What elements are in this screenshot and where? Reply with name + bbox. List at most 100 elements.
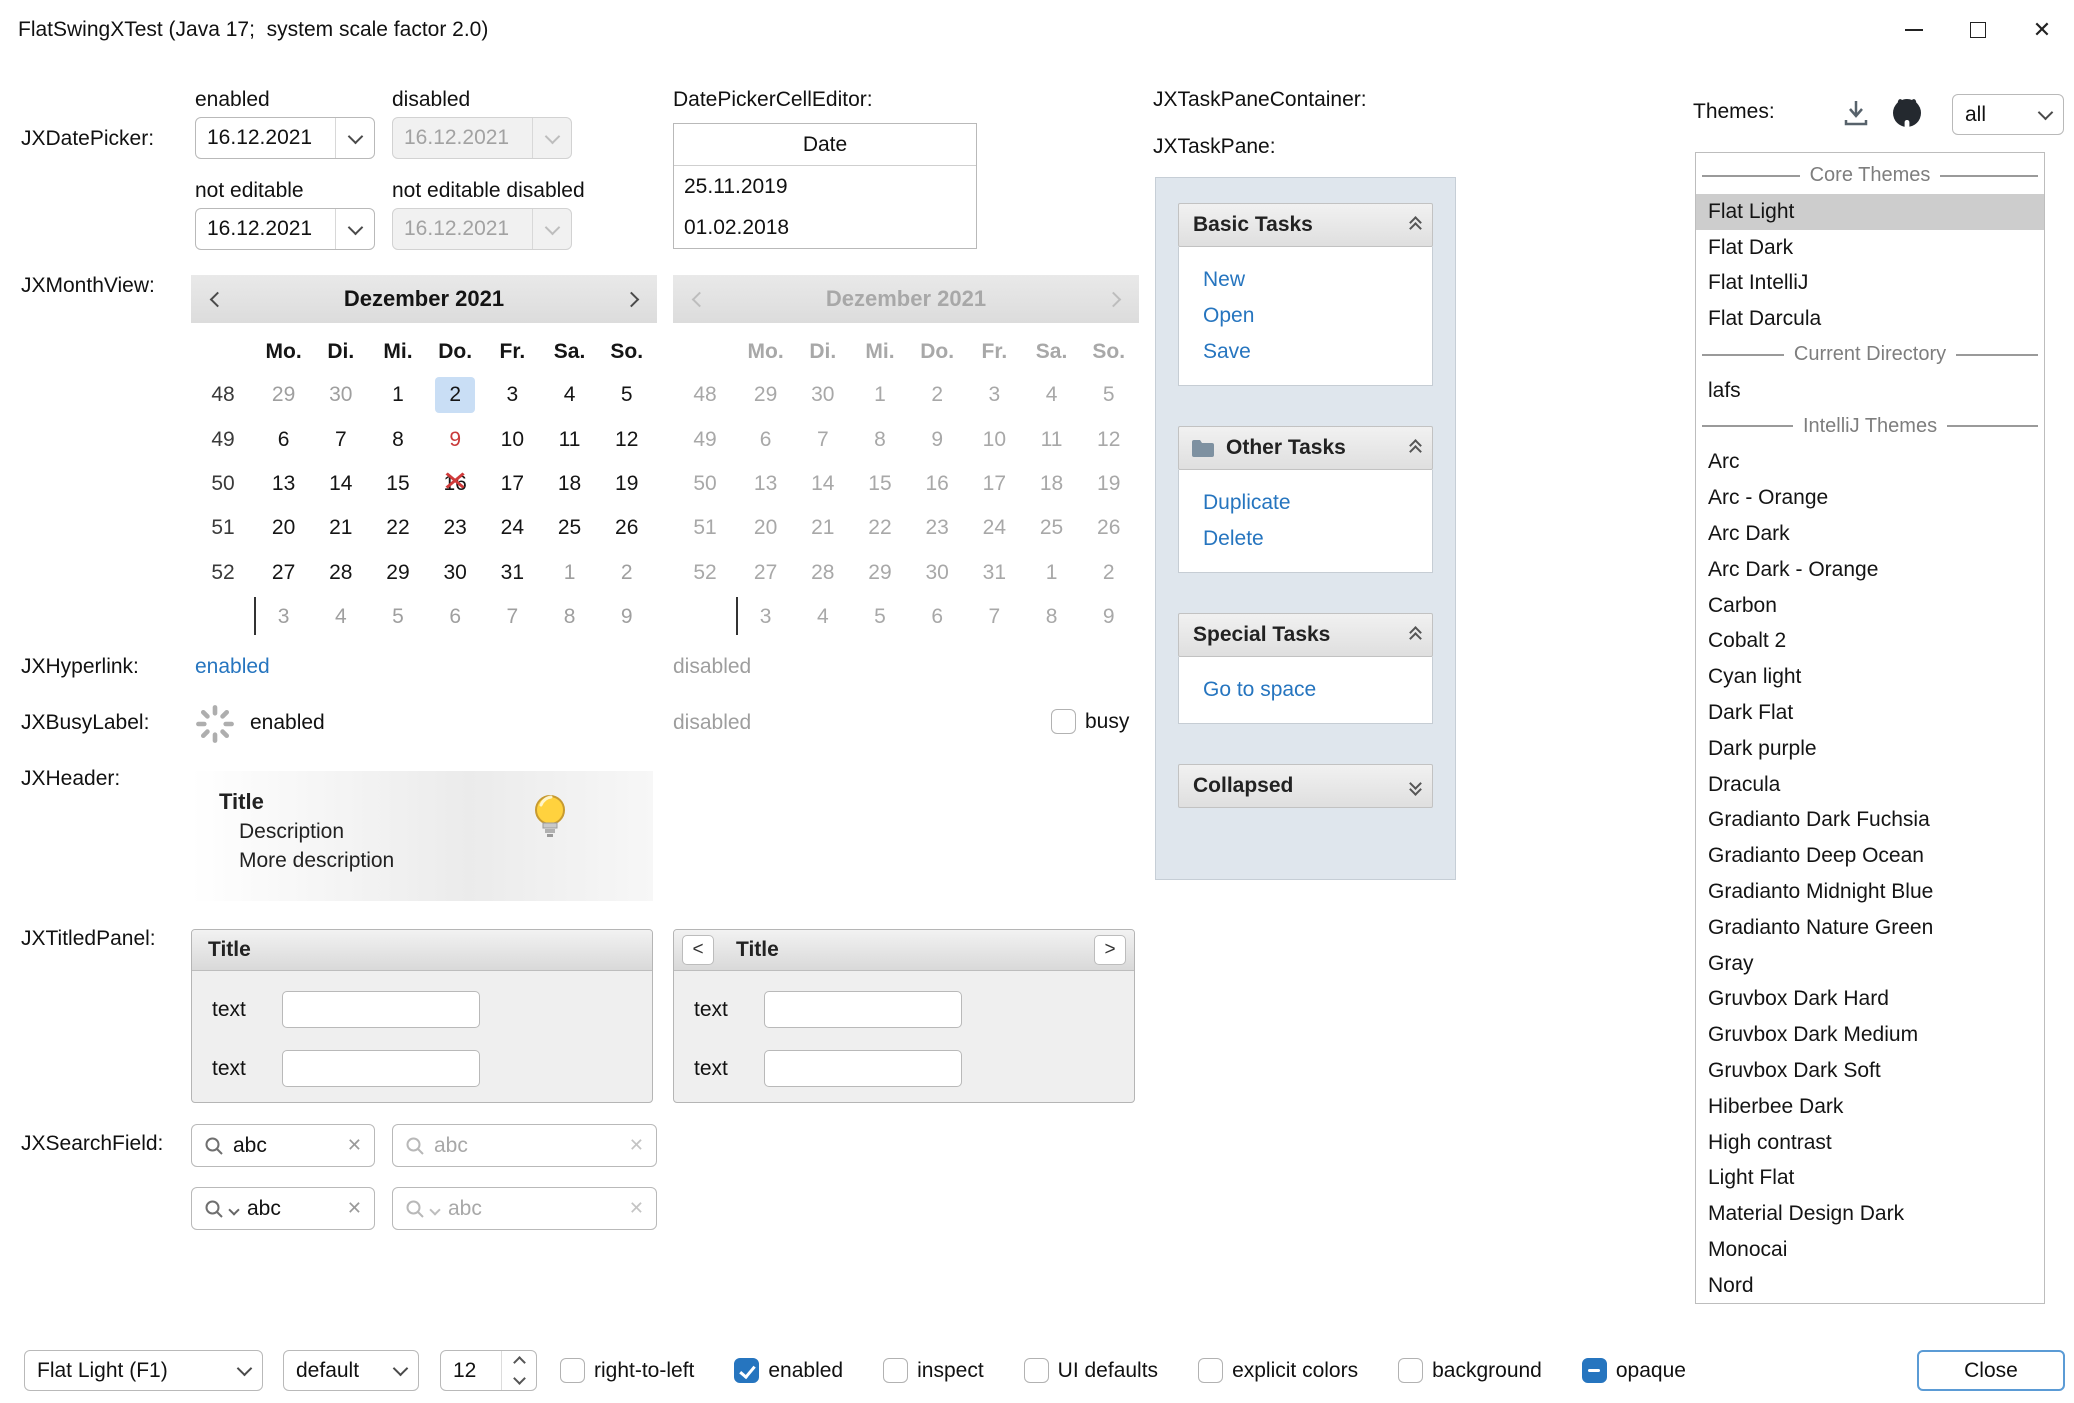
checkbox-box[interactable]: [560, 1358, 585, 1383]
theme-item[interactable]: Dark Flat: [1696, 695, 2044, 731]
day-cell[interactable]: 14: [312, 462, 369, 506]
theme-item[interactable]: Gradianto Nature Green: [1696, 910, 2044, 946]
day-cell[interactable]: 7: [312, 417, 369, 461]
theme-item[interactable]: Flat IntelliJ: [1696, 265, 2044, 301]
prev-month-button[interactable]: [191, 275, 243, 323]
day-cell[interactable]: 12: [598, 417, 655, 461]
checkbox-box[interactable]: [1398, 1358, 1423, 1383]
day-cell[interactable]: 19: [598, 462, 655, 506]
date-cell[interactable]: 25.11.2019: [674, 166, 976, 207]
next-month-button[interactable]: [605, 275, 657, 323]
theme-item[interactable]: Dracula: [1696, 767, 2044, 803]
theme-item[interactable]: lafs: [1696, 373, 2044, 409]
theme-item[interactable]: Light Flat: [1696, 1160, 2044, 1196]
taskpane-title[interactable]: Collapsed: [1178, 764, 1433, 808]
datepicker-dropdown-button[interactable]: [335, 118, 374, 158]
day-cell[interactable]: 30: [427, 551, 484, 595]
day-cell[interactable]: 27: [255, 551, 312, 595]
theme-item[interactable]: Gruvbox Dark Hard: [1696, 981, 2044, 1017]
day-cell[interactable]: 11: [541, 417, 598, 461]
search-field-3[interactable]: abc ✕: [191, 1187, 375, 1230]
day-cell[interactable]: 3: [484, 373, 541, 417]
day-cell[interactable]: 29: [369, 551, 426, 595]
day-cell[interactable]: 13: [255, 462, 312, 506]
day-cell[interactable]: 2: [598, 551, 655, 595]
day-cell[interactable]: 1: [541, 551, 598, 595]
theme-item[interactable]: Arc - Orange: [1696, 480, 2044, 516]
datepicker-enabled[interactable]: 16.12.2021: [195, 117, 375, 159]
checkbox-ui-defaults[interactable]: UI defaults: [1024, 1358, 1158, 1383]
themes-filter-combo[interactable]: all: [1952, 94, 2064, 135]
theme-item[interactable]: Gruvbox Dark Soft: [1696, 1053, 2044, 1089]
theme-item[interactable]: Gray: [1696, 946, 2044, 982]
day-cell[interactable]: 29: [255, 373, 312, 417]
day-cell[interactable]: 30: [312, 373, 369, 417]
theme-item[interactable]: Dark purple: [1696, 731, 2044, 767]
checkbox-opaque[interactable]: opaque: [1582, 1358, 1686, 1383]
theme-item[interactable]: Material Design Dark: [1696, 1196, 2044, 1232]
day-cell[interactable]: 18: [541, 462, 598, 506]
text-input[interactable]: [282, 991, 480, 1028]
date-cell[interactable]: 01.02.2018: [674, 207, 976, 248]
minimize-button[interactable]: [1882, 0, 1946, 60]
taskpane-link[interactable]: Open: [1203, 298, 1432, 334]
taskpane-title[interactable]: Special Tasks: [1178, 613, 1433, 657]
checkbox-box[interactable]: [734, 1358, 759, 1383]
checkbox-right-to-left[interactable]: right-to-left: [560, 1358, 694, 1383]
theme-item[interactable]: Gradianto Midnight Blue: [1696, 874, 2044, 910]
titled-panel-back-button[interactable]: <: [682, 935, 714, 965]
checkbox-box[interactable]: [1198, 1358, 1223, 1383]
day-cell[interactable]: 20: [255, 506, 312, 550]
theme-item[interactable]: Nord: [1696, 1268, 2044, 1304]
style-combo[interactable]: default: [283, 1350, 419, 1391]
spinner-arrow-buttons[interactable]: [501, 1351, 536, 1390]
theme-item[interactable]: Carbon: [1696, 588, 2044, 624]
day-cell[interactable]: 7: [484, 595, 541, 639]
day-cell[interactable]: 23: [427, 506, 484, 550]
theme-item[interactable]: Monocai: [1696, 1232, 2044, 1268]
close-window-button[interactable]: ✕: [2010, 0, 2074, 60]
taskpane-title[interactable]: Other Tasks: [1178, 426, 1433, 470]
search-field-1[interactable]: abc ✕: [191, 1124, 375, 1167]
day-cell[interactable]: 24: [484, 506, 541, 550]
day-cell[interactable]: 22: [369, 506, 426, 550]
taskpane-link[interactable]: Save: [1203, 334, 1432, 370]
day-cell[interactable]: 17: [484, 462, 541, 506]
theme-item[interactable]: High contrast: [1696, 1125, 2044, 1161]
day-cell[interactable]: 16: [427, 462, 484, 506]
text-input[interactable]: [764, 1050, 962, 1087]
checkbox-box[interactable]: [1582, 1358, 1607, 1383]
table-header[interactable]: Date: [674, 124, 976, 166]
datepicker-not-editable[interactable]: 16.12.2021: [195, 208, 375, 250]
checkbox-busy[interactable]: busy: [1051, 709, 1129, 734]
theme-item[interactable]: Arc: [1696, 444, 2044, 480]
checkbox-explicit-colors[interactable]: explicit colors: [1198, 1358, 1358, 1383]
download-icon[interactable]: [1840, 97, 1872, 129]
taskpane-link[interactable]: New: [1203, 262, 1432, 298]
day-cell[interactable]: 1: [369, 373, 426, 417]
taskpane-link[interactable]: Duplicate: [1203, 485, 1432, 521]
day-cell[interactable]: 2: [427, 373, 484, 417]
font-size-spinner[interactable]: 12: [440, 1350, 537, 1391]
theme-item[interactable]: Gruvbox Dark Medium: [1696, 1017, 2044, 1053]
titled-panel-forward-button[interactable]: >: [1094, 935, 1126, 965]
day-cell[interactable]: 3: [255, 595, 312, 639]
hyperlink-enabled[interactable]: enabled: [195, 655, 270, 679]
theme-item[interactable]: Gradianto Dark Fuchsia: [1696, 802, 2044, 838]
theme-item[interactable]: Flat Darcula: [1696, 301, 2044, 337]
checkbox-enabled[interactable]: enabled: [734, 1358, 843, 1383]
day-cell[interactable]: 6: [255, 417, 312, 461]
day-cell[interactable]: 28: [312, 551, 369, 595]
day-cell[interactable]: 5: [598, 373, 655, 417]
checkbox-box[interactable]: [883, 1358, 908, 1383]
day-cell[interactable]: 15: [369, 462, 426, 506]
day-cell[interactable]: 8: [541, 595, 598, 639]
checkbox-background[interactable]: background: [1398, 1358, 1542, 1383]
github-icon[interactable]: [1890, 96, 1924, 130]
maximize-button[interactable]: [1946, 0, 2010, 60]
checkbox-box[interactable]: [1051, 709, 1076, 734]
taskpane-link[interactable]: Go to space: [1203, 672, 1432, 708]
theme-item[interactable]: Arc Dark - Orange: [1696, 552, 2044, 588]
close-button[interactable]: Close: [1917, 1350, 2065, 1391]
day-cell[interactable]: 21: [312, 506, 369, 550]
